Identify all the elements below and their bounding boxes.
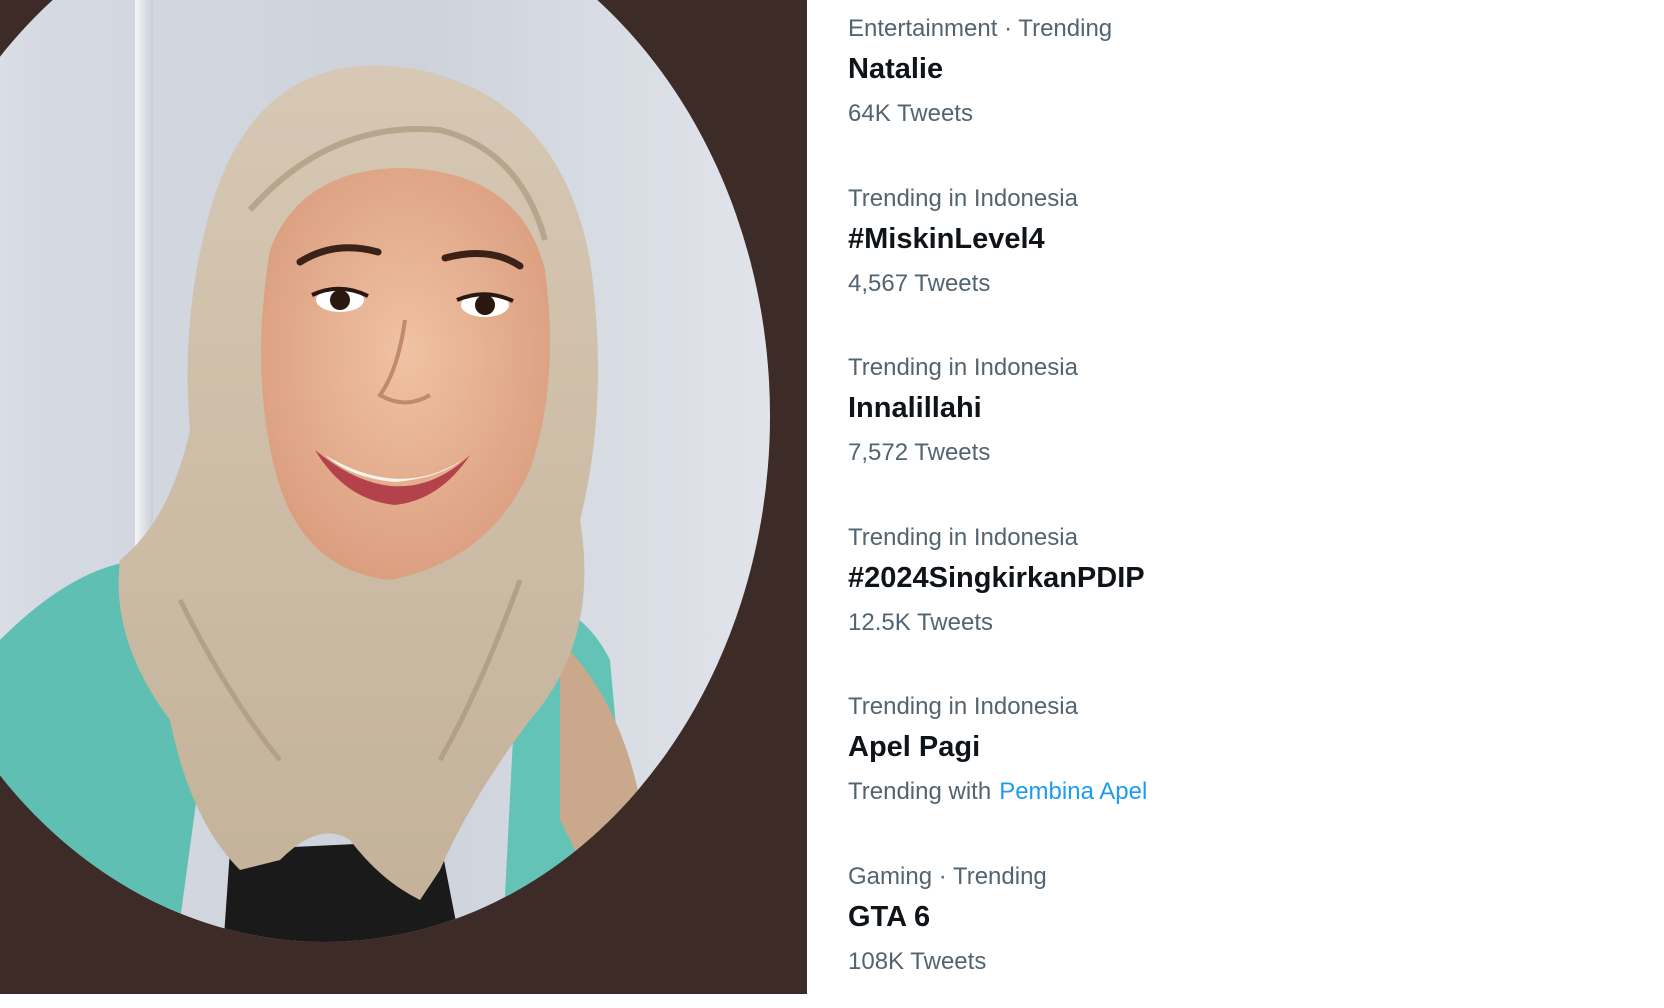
trend-category: Trending in Indonesia: [848, 693, 1078, 720]
trend-tweet-count: 12.5K Tweets: [848, 608, 993, 636]
trend-item-natalie[interactable]: Entertainment · Trending Natalie 64K Twe…: [848, 10, 1648, 180]
trend-name[interactable]: Apel Pagi: [848, 731, 980, 764]
trend-category: Trending in Indonesia: [848, 354, 1078, 381]
portrait-photo: [0, 65, 640, 942]
trend-item-2024singkirkanpdip[interactable]: Trending in Indonesia #2024SingkirkanPDI…: [848, 519, 1648, 689]
trend-name[interactable]: Natalie: [848, 53, 943, 86]
trend-category: Gaming · Trending: [848, 862, 1047, 890]
trend-item-gta-6[interactable]: Gaming · Trending GTA 6 108K Tweets: [848, 858, 1648, 1008]
trends-list: Entertainment · Trending Natalie 64K Twe…: [848, 10, 1648, 1008]
trend-tweet-count: 7,572 Tweets: [848, 439, 991, 466]
trend-category: Entertainment · Trending: [848, 15, 1113, 42]
trend-tweet-count: 4,567 Tweets: [848, 269, 991, 297]
trend-name[interactable]: Innalillahi: [848, 392, 982, 425]
trend-tweet-count: 64K Tweets: [848, 100, 973, 127]
trend-related: Trending with Pembina Apel: [848, 778, 1147, 806]
trend-tweet-count: 108K Tweets: [848, 947, 987, 975]
trend-item-apel-pagi[interactable]: Trending in Indonesia Apel Pagi Trending…: [848, 688, 1648, 858]
trend-item-miskinlevel4[interactable]: Trending in Indonesia #MiskinLevel4 4,56…: [848, 180, 1648, 350]
trending-with-label: Trending with: [848, 778, 992, 805]
related-trend-link[interactable]: Pembina Apel: [999, 778, 1147, 805]
trend-name[interactable]: GTA 6: [848, 901, 930, 934]
trend-name[interactable]: #2024SingkirkanPDIP: [848, 562, 1145, 595]
profile-photo-panel: [0, 0, 807, 994]
trend-category: Trending in Indonesia: [848, 523, 1078, 551]
trend-item-innalillahi[interactable]: Trending in Indonesia Innalillahi 7,572 …: [848, 349, 1648, 519]
trend-category: Trending in Indonesia: [848, 184, 1078, 212]
trend-name[interactable]: #MiskinLevel4: [848, 223, 1045, 256]
